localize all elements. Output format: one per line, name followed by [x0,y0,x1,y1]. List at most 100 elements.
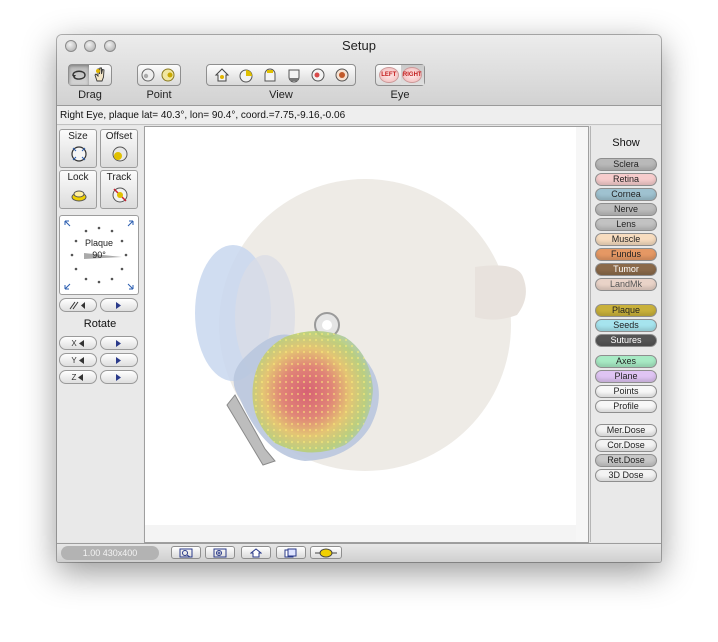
show-nerve-toggle[interactable]: Nerve [595,203,657,216]
title-bar: Setup Drag Point View LEFT RIGHT Eye [57,35,661,106]
zoom-out-icon [179,548,193,557]
dial-value: 90° [92,250,106,260]
view-top-icon [264,68,276,82]
point-segmented-control [137,64,181,86]
eye-segmented-control: LEFT RIGHT [375,64,425,86]
view-side-button[interactable] [234,65,258,85]
show-profile-toggle[interactable]: Profile [595,400,657,413]
optic-nerve-shape [475,265,526,320]
show-plane-toggle[interactable]: Plane [595,370,657,383]
view-label: View [269,89,293,101]
dose-view-button[interactable] [310,546,342,559]
point-label: Point [146,89,172,101]
view-front-button[interactable] [210,65,234,85]
left-arrow-icon [78,356,84,364]
zoom-in-button[interactable] [205,546,235,559]
show-ret-dose-toggle[interactable]: Ret.Dose [595,454,657,467]
view-center-button[interactable] [330,65,354,85]
view-back-button[interactable] [306,65,330,85]
show-fundus-toggle[interactable]: Fundus [595,248,657,261]
rotate-z-minus-button[interactable]: Z [59,370,97,384]
left-tool-panel: Size Offset Lock Track Plaque 90° Rotate… [57,126,143,542]
view-center-icon [335,68,349,82]
snapshot-button[interactable] [276,546,306,559]
size-button[interactable]: Size [59,129,97,168]
view-front-icon [214,68,230,82]
point-eye-icon [141,68,155,82]
show-3d-dose-toggle[interactable]: 3D Dose [595,469,657,482]
window-title: Setup [342,38,376,53]
show-cornea-toggle[interactable]: Cornea [595,188,657,201]
point-plaque-icon [161,68,175,82]
view-top-button[interactable] [258,65,282,85]
horizontal-scroll-area [145,525,576,542]
rotate-left-button[interactable] [59,298,97,312]
show-tumor-toggle[interactable]: Tumor [595,263,657,276]
right-eye-badge: RIGHT [402,67,423,83]
rotate-drag-button[interactable] [69,65,89,85]
size-circle-icon [71,146,87,162]
hand-drag-button[interactable] [89,65,109,85]
size-label: Size [68,131,88,142]
rotate-z-plus-button[interactable] [100,370,138,384]
show-axes-toggle[interactable]: Axes [595,355,657,368]
show-title: Show [612,137,640,149]
hand-drag-icon [94,67,105,82]
status-line: Right Eye, plaque lat= 40.3°, lon= 90.4°… [57,106,661,125]
rotate-y-plus-button[interactable] [100,353,138,367]
home-view-button[interactable] [241,546,271,559]
vertical-scroll-area [576,127,588,542]
right-arrow-icon [116,339,121,347]
left-arrow-icon [78,339,84,347]
show-sutures-toggle[interactable]: Sutures [595,334,657,347]
eye-model-render [145,127,588,542]
home-icon [250,547,262,557]
track-label: Track [106,172,132,183]
eye-3d-viewport[interactable] [144,126,589,543]
right-arrow-icon [116,356,121,364]
rotate-right-button[interactable] [100,298,138,312]
play-right-icon [116,301,121,309]
left-eye-button[interactable]: LEFT [377,65,401,85]
view-bottom-button[interactable] [282,65,306,85]
track-crosshair-icon [112,187,128,203]
zoom-out-button[interactable] [171,546,201,559]
offset-button[interactable]: Offset [100,129,138,168]
seed-array-shape [252,331,373,453]
snapshot-icon [284,548,297,557]
dial-label: Plaque [84,238,114,248]
show-lens-toggle[interactable]: Lens [595,218,657,231]
dose-view-icon [315,548,337,557]
show-muscle-toggle[interactable]: Muscle [595,233,657,246]
rotate-x-minus-button[interactable]: X [59,336,97,350]
show-retina-toggle[interactable]: Retina [595,173,657,186]
right-eye-button[interactable]: RIGHT [400,65,424,85]
rotate-label: Rotate [83,318,117,330]
rotate-ccw-icon [69,301,85,309]
show-landmk-toggle[interactable]: LandMk [595,278,657,291]
left-eye-badge: LEFT [378,67,399,83]
eyelet-hole-shape [322,320,332,330]
rotate-y-minus-button[interactable]: Y [59,353,97,367]
setup-window: Setup Drag Point View LEFT RIGHT Eye Rig… [57,35,661,562]
rotate-x-plus-button[interactable] [100,336,138,350]
show-sclera-toggle[interactable]: Sclera [595,158,657,171]
show-mer-dose-toggle[interactable]: Mer.Dose [595,424,657,437]
drag-segmented-control [68,64,112,86]
left-arrow-icon [78,373,84,381]
bottom-toolbar: 1.00 430x400 [57,543,661,562]
lock-label: Lock [67,172,89,183]
point-eye-button[interactable] [138,65,158,85]
point-plaque-button[interactable] [158,65,178,85]
show-points-toggle[interactable]: Points [595,385,657,398]
rotate-drag-icon [72,70,86,80]
show-seeds-toggle[interactable]: Seeds [595,319,657,332]
show-plaque-toggle[interactable]: Plaque [595,304,657,317]
view-bottom-icon [288,69,300,83]
plaque-rotation-dial[interactable]: Plaque 90° [59,215,139,295]
track-button[interactable]: Track [100,170,138,209]
drag-label: Drag [78,89,102,101]
lock-button[interactable]: Lock [59,170,97,209]
view-side-icon [239,69,253,83]
show-cor-dose-toggle[interactable]: Cor.Dose [595,439,657,452]
